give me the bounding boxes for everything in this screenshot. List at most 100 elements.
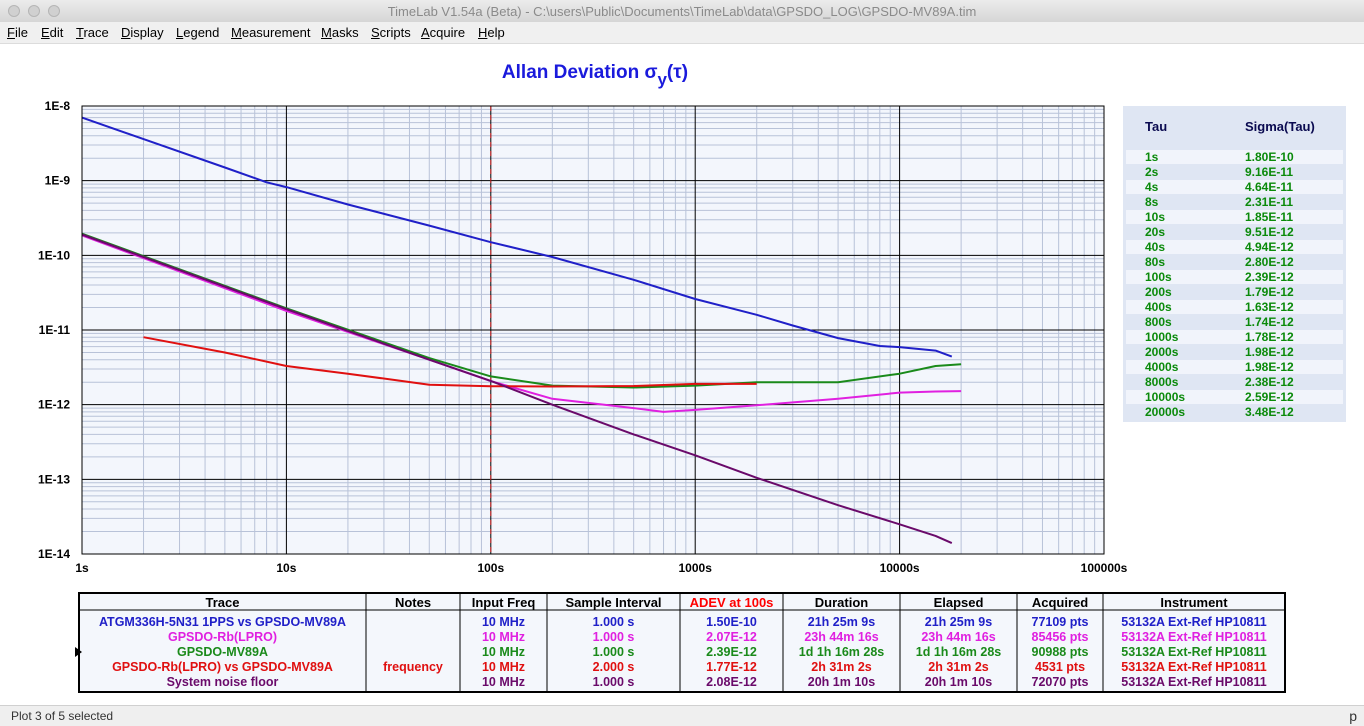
legend-cell[interactable]: 77109 pts bbox=[1032, 615, 1089, 629]
legend-cell[interactable]: 53132A Ext-Ref HP10811 bbox=[1121, 615, 1267, 629]
legend-cell[interactable]: 72070 pts bbox=[1032, 675, 1089, 689]
window-title-bar: TimeLab V1.54a (Beta) - C:\users\Public\… bbox=[0, 0, 1364, 23]
legend-header-cell: Input Freq bbox=[472, 595, 536, 610]
legend-cell[interactable]: 10 MHz bbox=[482, 630, 525, 644]
sigma-tau: 2s bbox=[1145, 165, 1159, 179]
sigma-tau: 4000s bbox=[1145, 360, 1179, 374]
menu-masks[interactable]: Masks bbox=[321, 25, 359, 40]
legend-header-cell: Acquired bbox=[1032, 595, 1088, 610]
legend-header-cell: Instrument bbox=[1160, 595, 1228, 610]
legend-cell[interactable]: 2.000 s bbox=[593, 660, 635, 674]
menu-bar: File Edit Trace Display Legend Measureme… bbox=[0, 22, 1364, 44]
y-tick-label: 1E-13 bbox=[38, 472, 70, 486]
chart-title: Allan Deviation σy(τ) bbox=[502, 62, 688, 89]
legend-cell[interactable]: System noise floor bbox=[167, 675, 279, 689]
menu-edit[interactable]: Edit bbox=[41, 25, 63, 40]
legend-cell[interactable]: 23h 44m 16s bbox=[921, 630, 995, 644]
legend-header-cell: Trace bbox=[206, 595, 240, 610]
chart-title-main: Allan Deviation σ bbox=[502, 62, 658, 83]
x-tick-label: 1000s bbox=[679, 561, 713, 575]
y-tick-label: 1E-9 bbox=[45, 174, 71, 188]
legend-cell[interactable]: 2.07E-12 bbox=[706, 630, 757, 644]
sigma-header-tau: Tau bbox=[1145, 119, 1167, 134]
x-tick-label: 100s bbox=[477, 561, 504, 575]
legend-cell[interactable]: 10 MHz bbox=[482, 615, 525, 629]
sigma-value: 4.64E-11 bbox=[1245, 180, 1293, 194]
sigma-value: 2.31E-11 bbox=[1245, 195, 1293, 209]
sigma-tau: 200s bbox=[1145, 285, 1172, 299]
x-tick-label: 1s bbox=[75, 561, 89, 575]
legend-cell[interactable]: GPSDO-Rb(LPRO) bbox=[168, 630, 277, 644]
legend-cell[interactable]: 2h 31m 2s bbox=[811, 660, 872, 674]
legend-header-cell: Sample Interval bbox=[565, 595, 661, 610]
legend-header-cell: Elapsed bbox=[934, 595, 984, 610]
legend-cell[interactable]: 1.000 s bbox=[593, 675, 635, 689]
window-title: TimeLab V1.54a (Beta) - C:\users\Public\… bbox=[387, 4, 977, 19]
legend-cell[interactable]: 4531 pts bbox=[1035, 660, 1085, 674]
status-right-indicator: p bbox=[1349, 708, 1357, 724]
legend-cell[interactable]: 53132A Ext-Ref HP10811 bbox=[1121, 645, 1267, 659]
sigma-value: 1.78E-12 bbox=[1245, 330, 1294, 344]
legend-cell[interactable]: 23h 44m 16s bbox=[804, 630, 878, 644]
sigma-value: 9.51E-12 bbox=[1245, 225, 1294, 239]
legend-cell[interactable]: 20h 1m 10s bbox=[925, 675, 992, 689]
legend-cell[interactable]: GPSDO-MV89A bbox=[177, 645, 268, 659]
legend-cell[interactable]: 21h 25m 9s bbox=[925, 615, 992, 629]
menu-measurement[interactable]: Measurement bbox=[231, 25, 311, 40]
adev-plot-area[interactable]: Allan Deviation σy(τ) 1E-8 1E-9 1E-10 1E-11… bbox=[0, 44, 1364, 704]
legend-cell[interactable]: 10 MHz bbox=[482, 660, 525, 674]
sigma-value: 1.98E-12 bbox=[1245, 345, 1294, 359]
sigma-tau: 800s bbox=[1145, 315, 1172, 329]
legend-cell[interactable]: 10 MHz bbox=[482, 675, 525, 689]
sigma-value: 2.80E-12 bbox=[1245, 255, 1294, 269]
legend-cell[interactable]: 1.77E-12 bbox=[706, 660, 757, 674]
legend-cell[interactable]: 2h 31m 2s bbox=[928, 660, 989, 674]
sigma-value: 1.74E-12 bbox=[1245, 315, 1294, 329]
sigma-tau: 10s bbox=[1145, 210, 1165, 224]
sigma-value: 4.94E-12 bbox=[1245, 240, 1294, 254]
trace-legend-table: Trace Notes Input Freq Sample Interval ADEV … bbox=[75, 592, 1286, 693]
legend-cell[interactable]: 10 MHz bbox=[482, 645, 525, 659]
legend-cell[interactable]: 21h 25m 9s bbox=[808, 615, 875, 629]
legend-cell[interactable]: 85456 pts bbox=[1032, 630, 1089, 644]
legend-cell[interactable]: 1d 1h 16m 28s bbox=[916, 645, 1002, 659]
menu-file[interactable]: File bbox=[7, 25, 28, 40]
sigma-tau: 80s bbox=[1145, 255, 1165, 269]
legend-cell[interactable]: GPSDO-Rb(LPRO) vs GPSDO-MV89A bbox=[112, 660, 333, 674]
sigma-tau: 100s bbox=[1145, 270, 1172, 284]
sigma-value: 2.38E-12 bbox=[1245, 375, 1294, 389]
sigma-table: Tau Sigma(Tau) 1s 1.80E-10 2s 9.16E-11 4s 4.6… bbox=[1123, 106, 1346, 422]
y-tick-labels: 1E-8 1E-9 1E-10 1E-11 1E-12 1E-13 1E-14 bbox=[38, 99, 70, 561]
sigma-row bbox=[1126, 165, 1343, 179]
legend-cell[interactable]: 1d 1h 16m 28s bbox=[799, 645, 885, 659]
legend-cell[interactable]: 1.50E-10 bbox=[706, 615, 757, 629]
legend-cell[interactable]: frequency bbox=[383, 660, 443, 674]
legend-cell[interactable]: 1.000 s bbox=[593, 630, 635, 644]
legend-cell[interactable]: 20h 1m 10s bbox=[808, 675, 875, 689]
menu-trace[interactable]: Trace bbox=[76, 25, 109, 40]
sigma-value: 1.63E-12 bbox=[1245, 300, 1294, 314]
sigma-row bbox=[1126, 150, 1343, 164]
sigma-tau: 8s bbox=[1145, 195, 1159, 209]
sigma-tau: 20000s bbox=[1145, 405, 1185, 419]
menu-acquire[interactable]: Acquire bbox=[421, 25, 465, 40]
legend-cell[interactable]: 1.000 s bbox=[593, 645, 635, 659]
legend-cell[interactable]: 1.000 s bbox=[593, 615, 635, 629]
legend-cell[interactable]: 53132A Ext-Ref HP10811 bbox=[1121, 630, 1267, 644]
menu-help[interactable]: Help bbox=[478, 25, 505, 40]
sigma-tau: 4s bbox=[1145, 180, 1159, 194]
legend-cell[interactable]: 2.08E-12 bbox=[706, 675, 757, 689]
menu-display[interactable]: Display bbox=[121, 25, 164, 40]
sigma-value: 1.80E-10 bbox=[1245, 150, 1294, 164]
legend-cell[interactable]: 53132A Ext-Ref HP10811 bbox=[1121, 660, 1267, 674]
legend-cell[interactable]: 53132A Ext-Ref HP10811 bbox=[1121, 675, 1267, 689]
menu-legend[interactable]: Legend bbox=[176, 25, 219, 40]
y-tick-label: 1E-14 bbox=[38, 547, 70, 561]
legend-cell[interactable]: ATGM336H-5N31 1PPS vs GPSDO-MV89A bbox=[99, 615, 346, 629]
legend-header-cell: Notes bbox=[395, 595, 431, 610]
legend-cell[interactable]: 90988 pts bbox=[1032, 645, 1089, 659]
legend-cell[interactable]: 2.39E-12 bbox=[706, 645, 757, 659]
menu-scripts[interactable]: Scripts bbox=[371, 25, 411, 40]
sigma-header-sigma: Sigma(Tau) bbox=[1245, 119, 1315, 134]
sigma-value: 3.48E-12 bbox=[1245, 405, 1294, 419]
